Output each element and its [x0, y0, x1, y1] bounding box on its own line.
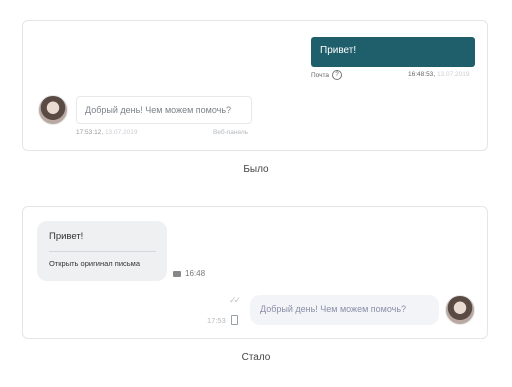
avatar [445, 295, 475, 325]
outgoing-meta: 17:53 [207, 315, 238, 325]
incoming-time: 17:53:12 [76, 129, 102, 136]
before-caption: Было [243, 164, 269, 175]
outgoing-message-bubble: Добрый день! Чем можем помочь? [250, 295, 439, 325]
avatar [38, 95, 68, 125]
incoming-message-text: Привет! [49, 231, 84, 242]
outgoing-time: 17:53 [207, 315, 226, 325]
outgoing-message-bubble: Привет! [311, 37, 475, 67]
sender-label: Почта [311, 71, 330, 79]
message-sender: Почта ? [311, 70, 343, 80]
divider [49, 251, 156, 252]
incoming-date: 13.07.2019 [104, 129, 138, 136]
channel-label: Веб-панель [213, 129, 249, 136]
outgoing-timestamp: 16:48:53, 13.07.2019 [408, 71, 470, 78]
incoming-message-bubble: Привет! Открыть оригинал письма [37, 221, 167, 281]
outgoing-message-text: Привет! [320, 45, 357, 56]
open-original-email-link[interactable]: Открыть оригинал письма [49, 259, 156, 268]
phone-icon [230, 315, 238, 325]
after-caption: Стало [241, 352, 271, 363]
double-check-icon: ✓✓ [229, 295, 241, 305]
outgoing-time: 16:48:53 [408, 71, 434, 78]
incoming-message-bubble: Добрый день! Чем можем помочь? [76, 96, 252, 124]
after-chat-panel: Привет! Открыть оригинал письма 16:48 ✓✓… [22, 206, 488, 339]
incoming-timestamp: 17:53:12, 13.07.2019 [76, 129, 138, 136]
outgoing-date: 13.07.2019 [436, 71, 470, 78]
before-chat-panel: Привет! Почта ? 16:48:53, 13.07.2019 Доб… [22, 20, 488, 151]
mail-icon [173, 270, 181, 277]
question-circle-icon[interactable]: ? [332, 70, 343, 80]
incoming-time: 16:48 [185, 269, 206, 278]
outgoing-message-text: Добрый день! Чем можем помочь? [260, 304, 407, 314]
incoming-message-text: Добрый день! Чем можем помочь? [85, 105, 232, 115]
incoming-meta: 16:48 [173, 269, 205, 278]
